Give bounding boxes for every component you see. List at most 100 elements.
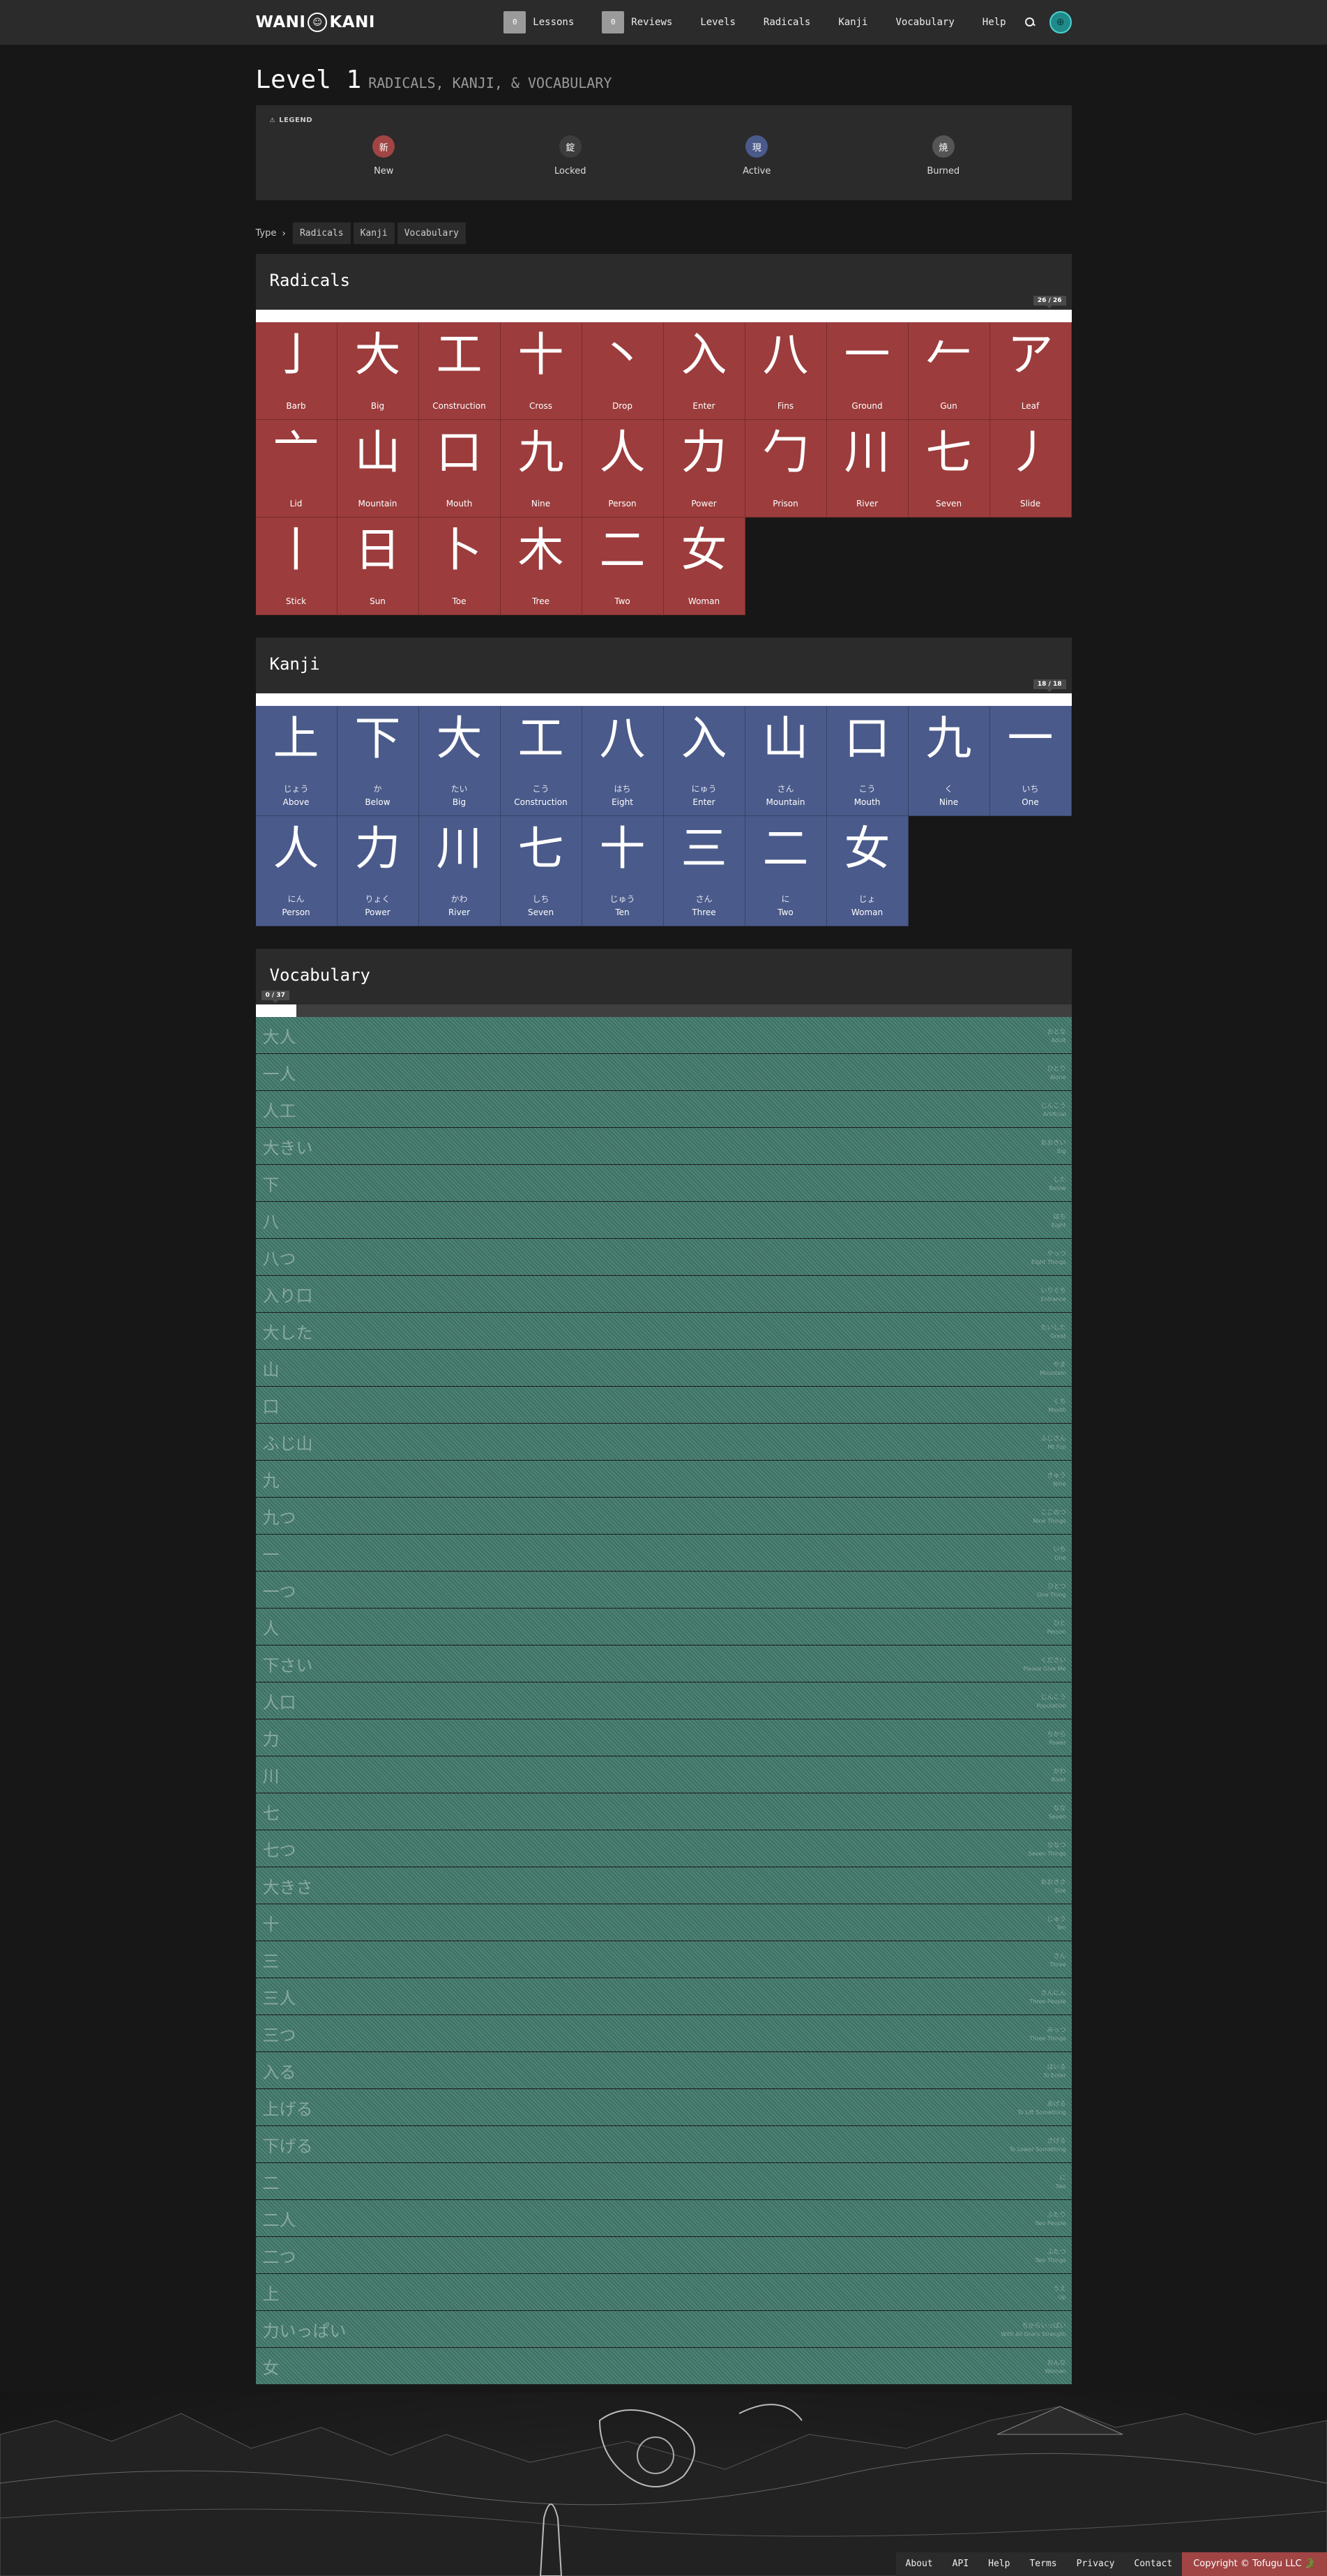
vocabulary-row[interactable]: 大きい おおきい Big [255,1128,1072,1165]
filter-radicals-button[interactable]: Radicals [292,223,351,244]
kanji-tile[interactable]: 上じょう Above [255,706,338,816]
radical-tile[interactable]: 丶 Drop [582,322,664,420]
user-avatar[interactable]: ⊕ [1049,11,1072,33]
radical-tile[interactable]: ア Leaf [989,322,1072,420]
nav-levels[interactable]: Levels [686,0,750,45]
kanji-tile[interactable]: 工こう Construction [500,706,582,816]
vocabulary-row[interactable]: 下さい ください Please Give Me [255,1645,1072,1682]
kanji-tile[interactable]: 女じょ Woman [826,816,909,926]
vocabulary-row[interactable]: 山 やま Mountain [255,1350,1072,1387]
vocabulary-row[interactable]: 一人 ひとり Alone [255,1054,1072,1091]
footer-api-link[interactable]: API [943,2552,978,2576]
nav-vocabulary[interactable]: Vocabulary [881,0,968,45]
vocabulary-row[interactable]: 一 いち One [255,1535,1072,1572]
footer-about-link[interactable]: About [896,2552,943,2576]
radical-tile[interactable]: 入 Enter [663,322,745,420]
kanji-tile[interactable]: 九く Nine [908,706,990,816]
vocabulary-row[interactable]: 十 じゅう Ten [255,1904,1072,1941]
footer-help-link[interactable]: Help [978,2552,1019,2576]
footer-terms-link[interactable]: Terms [1019,2552,1066,2576]
vocabulary-row[interactable]: 下 した Below [255,1165,1072,1202]
vocabulary-row[interactable]: 二 に Two [255,2163,1072,2200]
kanji-tile[interactable]: 力りょく Power [337,816,419,926]
nav-reviews[interactable]: 0 Reviews [588,0,686,45]
radical-tile[interactable]: 女 Woman [663,518,745,615]
vocabulary-row[interactable]: 上げる あげる To Lift Something [255,2089,1072,2126]
kanji-tile[interactable]: 十じゅう Ten [582,816,664,926]
radical-tile[interactable]: 大 Big [337,322,419,420]
radical-tile[interactable]: 工 Construction [418,322,501,420]
vocabulary-row[interactable]: 九つ ここのつ Nine Things [255,1498,1072,1535]
nav-lessons[interactable]: 0 Lessons [490,0,588,45]
radical-tile[interactable]: 亠 Lid [255,420,338,518]
vocabulary-row[interactable]: 三人 さんにん Three People [255,1978,1072,2015]
radical-tile[interactable]: 二 Two [582,518,664,615]
radical-tile[interactable]: 丨 Stick [255,518,338,615]
vocabulary-row[interactable]: 上 うえ Up [255,2274,1072,2311]
kanji-tile[interactable]: 川かわ River [418,816,501,926]
radical-tile[interactable]: 七 Seven [908,420,990,518]
kanji-tile[interactable]: 山さん Mountain [745,706,827,816]
vocabulary-row[interactable]: 三 さん Three [255,1941,1072,1978]
kanji-tile[interactable]: 二に Two [745,816,827,926]
kanji-tile[interactable]: 三さん Three [663,816,745,926]
radical-tile[interactable]: 丿 Slide [989,420,1072,518]
vocabulary-row[interactable]: 七つ ななつ Seven Things [255,1830,1072,1867]
vocabulary-row[interactable]: 九 きゅう Nine [255,1461,1072,1498]
radical-tile[interactable]: 一 Ground [826,322,909,420]
vocabulary-row[interactable]: 入る はいる To Enter [255,2052,1072,2089]
vocabulary-row[interactable]: 大人 おとな Adult [255,1017,1072,1054]
vocabulary-row[interactable]: 大きさ おおきさ Size [255,1867,1072,1904]
wanikani-logo[interactable]: WANI ☺ KANI [256,13,375,32]
kanji-tile[interactable]: 入にゅう Enter [663,706,745,816]
kanji-tile[interactable]: 八はち Eight [582,706,664,816]
nav-kanji[interactable]: Kanji [824,0,881,45]
vocabulary-row[interactable]: 一つ ひとつ One Thing [255,1572,1072,1609]
footer-privacy-link[interactable]: Privacy [1067,2552,1125,2576]
radical-tile[interactable]: 山 Mountain [337,420,419,518]
radical-tile[interactable]: 力 Power [663,420,745,518]
radical-tile[interactable]: 川 River [826,420,909,518]
radical-tile[interactable]: 勹 Prison [745,420,827,518]
kanji-tile[interactable]: 大たい Big [418,706,501,816]
vocabulary-row[interactable]: 女 おんな Woman [255,2348,1072,2385]
vocabulary-row[interactable]: 口 くち Mouth [255,1387,1072,1424]
vocabulary-row[interactable]: 大した たいした Great [255,1313,1072,1350]
vocabulary-row[interactable]: 三つ みっつ Three Things [255,2015,1072,2052]
radical-tile[interactable]: 九 Nine [500,420,582,518]
vocabulary-row[interactable]: 八 はち Eight [255,1202,1072,1239]
kanji-tile[interactable]: 七しち Seven [500,816,582,926]
vocabulary-row[interactable]: 八つ やっつ Eight Things [255,1239,1072,1276]
vocabulary-row[interactable]: 二人 ふたり Two People [255,2200,1072,2237]
vocabulary-row[interactable]: 入り口 いりぐち Entrance [255,1276,1072,1313]
nav-help[interactable]: Help [969,0,1020,45]
vocabulary-row[interactable]: 七 なな Seven [255,1793,1072,1830]
vocabulary-row[interactable]: 下げる さげる To Lower Something [255,2126,1072,2163]
nav-radicals[interactable]: Radicals [750,0,824,45]
kanji-tile[interactable]: 一いち One [989,706,1072,816]
radical-tile[interactable]: 十 Cross [500,322,582,420]
vocabulary-row[interactable]: 人 ひと Person [255,1609,1072,1645]
filter-vocabulary-button[interactable]: Vocabulary [397,223,467,244]
radical-tile[interactable]: 日 Sun [337,518,419,615]
radical-tile[interactable]: 八 Fins [745,322,827,420]
kanji-tile[interactable]: 下か Below [337,706,419,816]
footer-contact-link[interactable]: Contact [1124,2552,1182,2576]
search-button[interactable] [1020,0,1040,45]
vocabulary-row[interactable]: 川 かわ River [255,1756,1072,1793]
radical-tile[interactable]: 木 Tree [500,518,582,615]
vocabulary-row[interactable]: 力 ちから Power [255,1719,1072,1756]
vocabulary-row[interactable]: ふじ山 ふじさん Mt Fuji [255,1424,1072,1461]
vocabulary-row[interactable]: 力いっぱい ちからいっぱい With All One's Strength [255,2311,1072,2348]
radical-tile[interactable]: 卜 Toe [418,518,501,615]
vocabulary-row[interactable]: 人口 じんこう Population [255,1682,1072,1719]
kanji-tile[interactable]: 人にん Person [255,816,338,926]
kanji-tile[interactable]: 口こう Mouth [826,706,909,816]
radical-tile[interactable]: 亅 Barb [255,322,338,420]
radical-tile[interactable]: 口 Mouth [418,420,501,518]
vocabulary-row[interactable]: 二つ ふたつ Two Things [255,2237,1072,2274]
radical-tile[interactable]: 𠂉 Gun [908,322,990,420]
filter-kanji-button[interactable]: Kanji [353,223,395,244]
radical-tile[interactable]: 人 Person [582,420,664,518]
vocabulary-row[interactable]: 人工 じんこう Artificial [255,1091,1072,1128]
